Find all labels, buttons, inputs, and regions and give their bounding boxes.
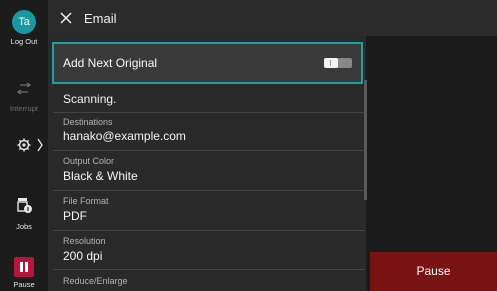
- item-value: hanako@example.com: [63, 129, 186, 143]
- destinations-item: Destinations hanako@example.com: [53, 112, 365, 150]
- interrupt-label: Interrupt: [10, 104, 38, 113]
- chevron-right-icon: [37, 138, 43, 152]
- add-next-original-row[interactable]: Add Next Original: [52, 42, 363, 84]
- item-key: Reduce/Enlarge: [63, 276, 128, 286]
- jobs-icon: [17, 198, 32, 213]
- toggle-knob: [324, 58, 338, 68]
- file-format-item: File Format PDF: [53, 190, 365, 230]
- item-key: Destinations: [63, 117, 113, 127]
- pause-button-label: Pause: [416, 264, 451, 278]
- add-next-original-label: Add Next Original: [63, 56, 158, 70]
- item-value: Black & White: [63, 169, 138, 183]
- user-avatar: Ta: [12, 10, 36, 34]
- app-header: Email: [48, 0, 497, 36]
- pause-rail-label: Pause: [13, 280, 35, 289]
- interrupt-button[interactable]: Interrupt: [0, 82, 48, 113]
- reduce-enlarge-item: Reduce/Enlarge: [53, 269, 365, 291]
- log-out-label: Log Out: [10, 37, 38, 46]
- interrupt-icon: [16, 82, 32, 95]
- output-color-item: Output Color Black & White: [53, 150, 365, 190]
- add-next-original-toggle[interactable]: [324, 58, 352, 68]
- item-value: 200 dpi: [63, 249, 103, 263]
- resolution-item: Resolution 200 dpi: [53, 230, 365, 269]
- item-key: File Format: [63, 196, 109, 206]
- settings-toggle-button[interactable]: [16, 136, 46, 154]
- gear-icon: [17, 138, 31, 152]
- pause-rail-button[interactable]: Pause: [0, 257, 48, 289]
- page-title: Email: [84, 11, 117, 26]
- jobs-label: Jobs: [16, 222, 32, 231]
- jobs-button[interactable]: Jobs: [0, 196, 48, 231]
- pause-icon: [14, 257, 34, 277]
- item-key: Resolution: [63, 236, 106, 246]
- close-icon[interactable]: [58, 10, 74, 26]
- pause-button[interactable]: Pause: [370, 252, 497, 291]
- scan-status-text: Scanning.: [63, 92, 117, 106]
- log-out-button[interactable]: Ta Log Out: [0, 10, 48, 46]
- left-rail: Ta Log Out Interrupt Jobs Pause: [0, 0, 48, 291]
- item-value: PDF: [63, 209, 87, 223]
- item-key: Output Color: [63, 156, 115, 166]
